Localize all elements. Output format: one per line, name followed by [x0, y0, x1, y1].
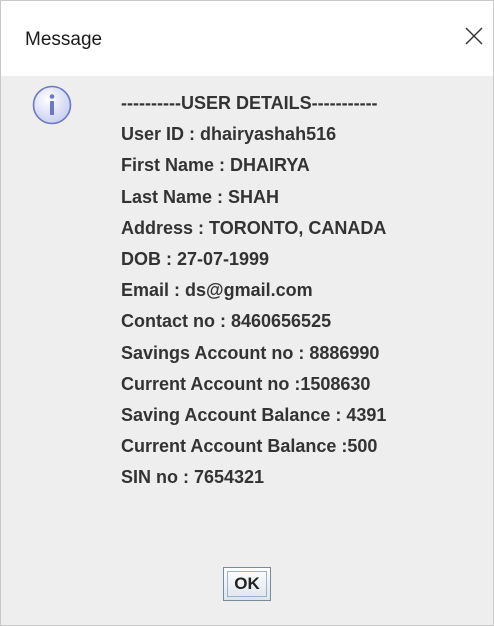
first-name-line: First Name : DHAIRYA [121, 155, 310, 176]
user-details-list: ----------USER DETAILS----------- User I… [121, 93, 386, 498]
sin-line: SIN no : 7654321 [121, 467, 265, 488]
dialog-title: Message [25, 29, 103, 50]
last-name-line: Last Name : SHAH [121, 186, 280, 207]
dob-line: DOB : 27-07-1999 [121, 248, 270, 269]
savings-account-line: Savings Account no : 8886990 [121, 342, 380, 363]
details-heading: ----------USER DETAILS----------- [121, 93, 378, 113]
address-line: Address : TORONTO, CANADA [121, 217, 387, 238]
contact-line: Contact no : 8460656525 [121, 311, 332, 332]
info-icon [32, 85, 72, 125]
dialog-body: ----------USER DETAILS----------- User I… [1, 76, 493, 625]
email-line: Email : ds@gmail.com [121, 280, 313, 301]
saving-balance-line: Saving Account Balance : 4391 [121, 404, 387, 425]
close-button[interactable] [459, 21, 489, 51]
current-balance-line: Current Account Balance :500 [121, 436, 378, 457]
message-dialog: Message ----------USER DETAILS----------… [0, 0, 494, 626]
ok-label: OK [234, 574, 260, 593]
ok-button[interactable]: OK [223, 567, 271, 601]
user-id-line: User ID : dhairyashah516 [121, 124, 337, 145]
current-account-line: Current Account no :1508630 [121, 373, 371, 394]
close-icon [465, 27, 483, 45]
title-bar: Message [1, 1, 493, 76]
